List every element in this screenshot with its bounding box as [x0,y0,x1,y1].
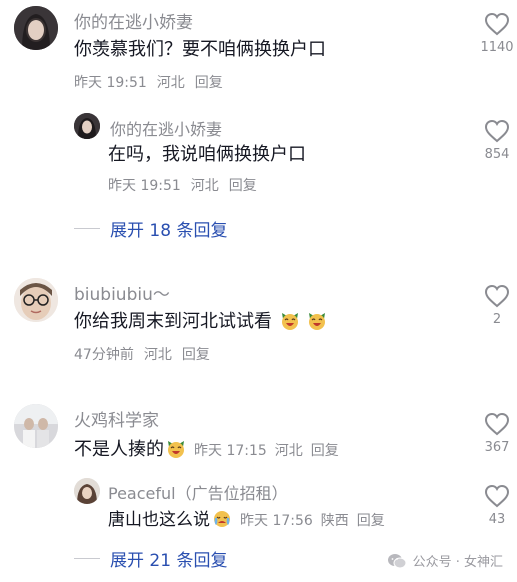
laughing-face-emoji-icon [309,313,326,330]
comment-text: 你羡慕我们？要不咱俩换换户口 [74,39,326,60]
expand-replies-label: 展开 21 条回复 [110,551,228,571]
reply-location: 陕西 [320,513,349,529]
reply-text: 唐山也这么说 昨天 17:56 陕西 回复 [108,508,393,533]
heart-outline-icon [484,484,510,508]
reply-author[interactable]: Peaceful（广告位招租） [108,480,288,504]
like-count: 854 [484,147,510,162]
like-count: 1140 [480,40,514,55]
expand-replies-label: 展开 18 条回复 [110,221,228,241]
reply-text: 在吗，我说咱俩换换户口 [108,144,306,165]
reply-meta: 昨天 19:51 河北 回复 [108,175,267,195]
comment-meta: 47分钟前 河北 回复 [74,344,220,364]
heart-outline-icon [484,119,510,143]
reply-time: 昨天 19:51 [108,178,181,194]
comment-time: 昨天 19:51 [74,75,147,91]
reply-location: 河北 [190,178,219,194]
comment-text-body: 不是人揍的 [74,439,164,460]
like-button[interactable]: 367 [477,412,517,455]
comment-location: 河北 [274,443,303,459]
comment-time: 47分钟前 [74,347,134,363]
comment-author[interactable]: 你的在逃小娇妻 [74,8,193,33]
watermark: 公众号 · 女神汇 [387,551,503,570]
divider [74,558,100,559]
avatar[interactable] [14,6,58,50]
reply-button[interactable]: 回复 [357,513,385,529]
comment-text: 不是人揍的 昨天 17:15 河北 回复 [74,438,347,463]
comment-meta: 昨天 17:15 河北 回复 [194,443,347,459]
comment-location: 河北 [156,75,185,91]
comment-text-body: 你给我周末到河北试试看 [74,311,272,332]
comment-author[interactable]: 火鸡科学家 [74,406,159,431]
watermark-text: 公众号 · 女神汇 [412,555,503,570]
like-count: 43 [488,512,506,527]
laughing-face-emoji-icon [168,441,184,458]
avatar[interactable] [14,278,58,322]
heart-outline-icon [484,284,510,308]
comment-author[interactable]: biubiubiu～ [74,280,170,305]
expand-replies-button[interactable]: 展开 18 条回复 [74,216,227,241]
heart-outline-icon [484,12,510,36]
reply-text-body: 唐山也这么说 [108,510,210,530]
reply-button[interactable]: 回复 [229,178,257,194]
heart-outline-icon [484,412,510,436]
like-button[interactable]: 43 [477,484,517,527]
like-button[interactable]: 854 [477,119,517,162]
crying-face-emoji-icon [214,511,230,527]
comment-time: 昨天 17:15 [194,443,267,459]
expand-replies-button[interactable]: 展开 21 条回复 [74,546,227,571]
reply-button[interactable]: 回复 [195,75,223,91]
reply-time: 昨天 17:56 [240,513,313,529]
reply-button[interactable]: 回复 [311,443,339,459]
like-button[interactable]: 1140 [477,12,517,55]
avatar[interactable] [14,404,58,448]
like-button[interactable]: 2 [477,284,517,327]
comment-text: 你给我周末到河北试试看 [74,310,327,334]
like-count: 367 [484,440,510,455]
wechat-icon [387,553,407,568]
reply-button[interactable]: 回复 [182,347,210,363]
reply-author[interactable]: 你的在逃小娇妻 [110,116,222,140]
comment-location: 河北 [143,347,172,363]
divider [74,228,100,229]
like-count: 2 [492,312,502,327]
comment-meta: 昨天 19:51 河北 回复 [74,72,233,92]
reply-meta: 昨天 17:56 陕西 回复 [240,513,393,529]
avatar[interactable] [74,478,100,504]
laughing-face-emoji-icon [281,313,298,330]
avatar[interactable] [74,113,100,139]
